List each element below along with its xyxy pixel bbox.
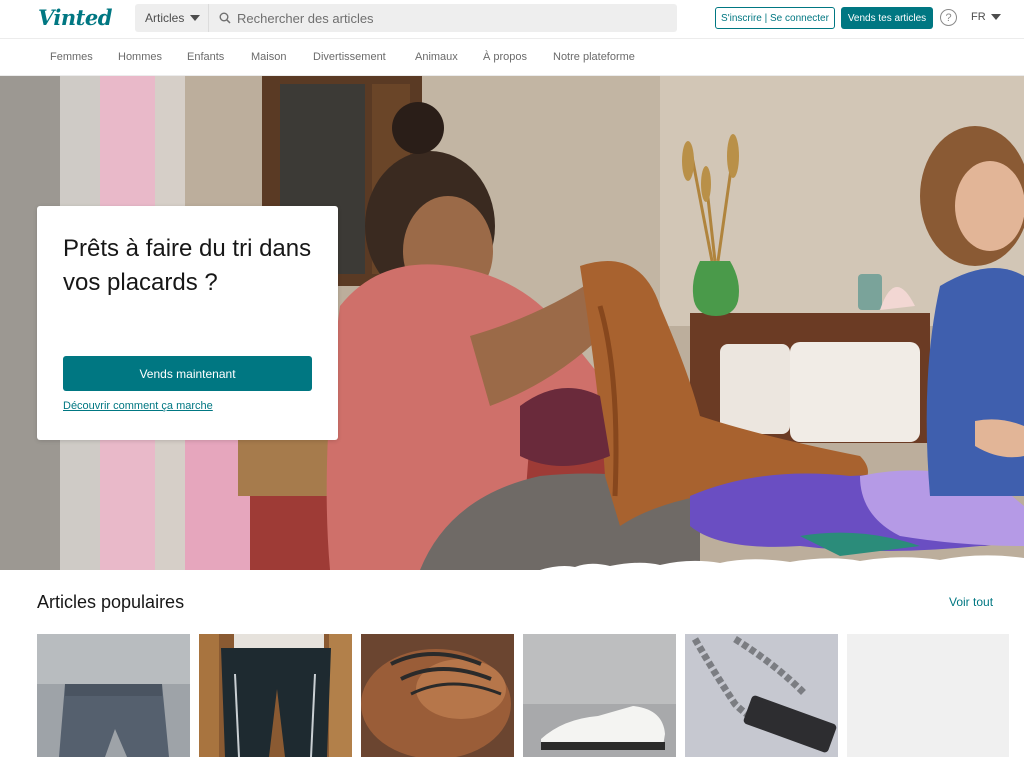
product-card[interactable] — [37, 634, 190, 757]
nav-item-femmes[interactable]: Femmes — [50, 51, 93, 63]
search-input[interactable] — [237, 10, 657, 26]
search-bar: Articles — [135, 4, 677, 32]
search-category-dropdown[interactable]: Articles — [135, 4, 209, 32]
hero-card: Prêts à faire du tri dans vos placards ?… — [37, 206, 338, 440]
hero-title: Prêts à faire du tri dans vos placards ? — [63, 235, 312, 296]
nav-item-animaux[interactable]: Animaux — [415, 51, 458, 63]
top-header: Vinted Articles S'inscrire | Se connecte… — [0, 0, 1024, 38]
product-image — [199, 634, 352, 757]
category-nav: Femmes Hommes Enfants Maison Divertissem… — [0, 38, 1024, 76]
product-card[interactable] — [361, 634, 514, 757]
vinted-logo[interactable]: Vinted — [38, 5, 112, 30]
nav-item-a-propos[interactable]: À propos — [483, 51, 527, 63]
sell-now-button[interactable]: Vends maintenant — [63, 356, 312, 391]
product-image — [361, 634, 514, 757]
nav-item-divertissement[interactable]: Divertissement — [313, 51, 386, 63]
signup-login-button[interactable]: S'inscrire | Se connecter — [715, 7, 835, 29]
product-image-placeholder — [847, 634, 1009, 757]
product-card[interactable] — [685, 634, 838, 757]
product-image — [523, 634, 676, 757]
nav-item-hommes[interactable]: Hommes — [118, 51, 162, 63]
nav-item-maison[interactable]: Maison — [251, 51, 286, 63]
hero-banner: Prêts à faire du tri dans vos placards ?… — [0, 76, 1024, 570]
product-image — [685, 634, 838, 757]
chevron-down-icon — [190, 15, 201, 21]
language-selector[interactable]: FR — [971, 11, 1001, 23]
sell-items-button[interactable]: Vends tes articles — [841, 7, 933, 29]
search-category-label: Articles — [145, 11, 185, 25]
product-card[interactable] — [523, 634, 676, 757]
nav-item-enfants[interactable]: Enfants — [187, 51, 224, 63]
search-icon — [219, 12, 231, 24]
popular-section-title: Articles populaires — [37, 592, 185, 612]
product-image — [37, 634, 190, 757]
product-card[interactable] — [847, 634, 1009, 757]
product-card[interactable] — [199, 634, 352, 757]
nav-item-notre-plateforme[interactable]: Notre plateforme — [553, 51, 635, 63]
chevron-down-icon — [990, 14, 1001, 20]
how-it-works-link[interactable]: Découvrir comment ça marche — [63, 400, 213, 412]
help-icon[interactable]: ? — [940, 9, 957, 26]
see-all-link[interactable]: Voir tout — [949, 595, 993, 609]
language-label: FR — [971, 11, 986, 23]
